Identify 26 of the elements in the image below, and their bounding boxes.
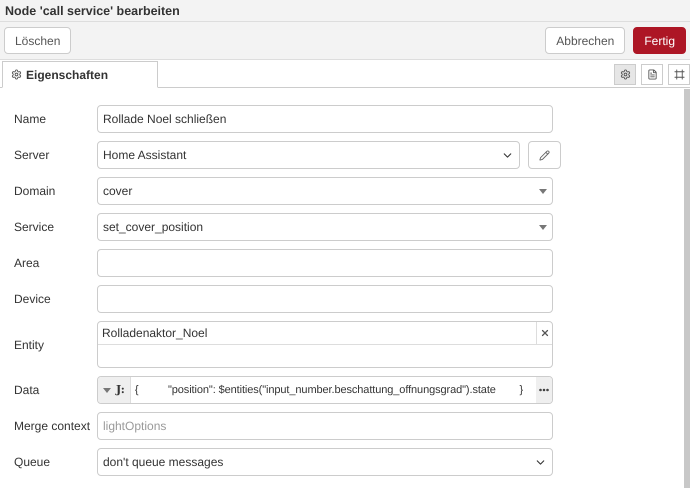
entity-tag: Rolladenaktor_Noel (98, 322, 536, 344)
dialog-button[interactable]: Abbrechen (545, 27, 626, 54)
field-label: Entity (13, 336, 46, 354)
combo-field[interactable]: cover (97, 177, 553, 205)
select-field[interactable]: don't queue messages (97, 448, 553, 476)
combo-field[interactable]: set_cover_position (97, 213, 553, 241)
field-label: Merge context (13, 418, 92, 435)
done-button[interactable]: Fertig (633, 27, 686, 54)
field-label: Area (13, 255, 40, 272)
field-label: Device (13, 291, 52, 308)
field-label: Domain (13, 183, 56, 200)
type-label: J: (116, 382, 125, 398)
tags-field[interactable]: Rolladenaktor_Noel (97, 321, 553, 368)
expression-field[interactable]: J: { "position": $entities("input_number.beschattung_offnungsgrad").state } (97, 376, 553, 404)
dialog-button[interactable]: Löschen (4, 27, 72, 54)
field-label: Name (13, 111, 48, 128)
text-field[interactable]: Rollade Noel schließen (97, 105, 553, 133)
field-label: Queue (13, 454, 52, 471)
expression-text: { "position": $entities("input_number.beschattung_offnungsgrad").state } (134, 382, 524, 398)
field-label: Server (13, 147, 50, 164)
text-field[interactable]: lightOptions (97, 412, 553, 440)
field-label: Data (13, 382, 40, 399)
dialog-title: Node 'call service' bearbeiten (4, 3, 181, 20)
field-label: Service (13, 219, 56, 236)
select-field[interactable]: Home Assistant (97, 141, 520, 169)
tab[interactable]: Eigenschaften (2, 61, 158, 88)
